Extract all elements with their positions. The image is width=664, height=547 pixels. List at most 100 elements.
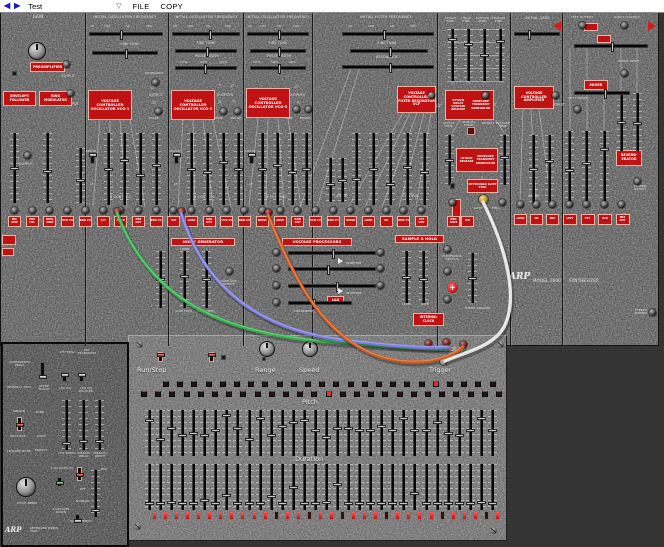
sequencer-trigger-jack[interactable] [440, 358, 447, 365]
patch-jack[interactable] [152, 79, 159, 86]
duration-step-slider[interactable] [278, 464, 287, 510]
patch-jack[interactable] [135, 207, 142, 214]
slider-handle[interactable] [104, 168, 113, 171]
patch-jack[interactable] [273, 265, 280, 272]
patch-jack[interactable] [305, 106, 312, 113]
step-button[interactable] [155, 391, 161, 397]
slider-horizontal[interactable] [247, 32, 309, 36]
step-button[interactable] [482, 391, 488, 397]
patch-jack[interactable] [444, 268, 451, 275]
slider-handle[interactable] [529, 168, 538, 171]
patch-jack[interactable] [574, 106, 581, 113]
step-button[interactable] [177, 381, 183, 387]
slider-handle[interactable] [62, 442, 71, 445]
cable-plug-jack[interactable] [265, 209, 272, 216]
toggle-knob[interactable] [157, 353, 165, 357]
duration-step-slider[interactable] [289, 464, 298, 510]
toggle-knob[interactable] [89, 153, 97, 157]
slider-vertical[interactable] [338, 158, 347, 202]
pitch-step-slider[interactable] [211, 410, 220, 456]
slider-vertical[interactable] [43, 133, 52, 203]
step-button[interactable] [496, 391, 502, 397]
slider-handle[interactable] [410, 429, 419, 432]
slider-horizontal[interactable] [175, 66, 237, 70]
pitch-bend-knob[interactable] [16, 477, 36, 497]
patch-jack[interactable] [273, 299, 280, 306]
slider-handle[interactable] [289, 421, 298, 424]
slider-handle[interactable] [233, 427, 242, 430]
slider-vertical[interactable] [273, 133, 282, 205]
slider-vertical[interactable] [302, 133, 311, 205]
step-button[interactable] [269, 391, 275, 397]
slider-handle[interactable] [202, 278, 211, 281]
patch-jack[interactable] [601, 201, 608, 208]
pitch-step-slider[interactable] [444, 410, 453, 456]
slider-handle[interactable] [604, 89, 607, 99]
slider-vertical[interactable] [95, 400, 104, 450]
patch-jack[interactable] [220, 108, 227, 115]
step-button[interactable] [191, 381, 197, 387]
slider-horizontal[interactable] [250, 66, 306, 70]
toggle-knob[interactable] [78, 373, 86, 377]
patch-jack[interactable] [24, 152, 31, 159]
duration-step-slider[interactable] [399, 464, 408, 510]
slider-handle[interactable] [125, 49, 128, 59]
slider-vertical[interactable] [326, 158, 335, 202]
slider-handle[interactable] [256, 502, 265, 505]
patch-jack[interactable] [206, 207, 213, 214]
pitch-step-slider[interactable] [200, 410, 209, 456]
patch-jack[interactable] [499, 199, 506, 206]
patch-jack[interactable] [621, 22, 628, 29]
toggle-switch[interactable] [79, 372, 84, 382]
slider-handle[interactable] [222, 494, 231, 497]
slider-handle[interactable] [234, 168, 243, 171]
slider-horizontal[interactable] [288, 284, 376, 288]
step-button[interactable] [348, 381, 354, 387]
toggle-knob[interactable] [208, 353, 216, 357]
slider-handle[interactable] [152, 164, 161, 167]
slider-vertical[interactable] [258, 133, 267, 205]
slider-handle[interactable] [466, 429, 475, 432]
slider-handle[interactable] [300, 419, 309, 422]
slider-handle[interactable] [399, 502, 408, 505]
patch-jack[interactable] [621, 70, 628, 77]
slider-handle[interactable] [399, 417, 408, 420]
slider-handle[interactable] [189, 502, 198, 505]
slider-handle[interactable] [222, 414, 231, 417]
slider-handle[interactable] [322, 501, 331, 504]
slider-handle[interactable] [355, 502, 364, 505]
duration-step-slider[interactable] [178, 464, 187, 510]
slider-handle[interactable] [326, 183, 335, 186]
patch-jack[interactable] [293, 106, 300, 113]
toggle-knob[interactable] [16, 423, 24, 427]
patch-jack[interactable] [449, 199, 456, 206]
slider-vertical[interactable] [288, 133, 297, 205]
manual-start-button[interactable] [467, 127, 475, 135]
toggle-switch[interactable] [249, 152, 254, 164]
slider-handle[interactable] [444, 432, 453, 435]
slider-handle[interactable] [545, 160, 554, 163]
slider-horizontal[interactable] [92, 51, 158, 55]
slider-handle[interactable] [278, 30, 281, 40]
slider-vertical[interactable] [156, 251, 165, 308]
duration-step-slider[interactable] [256, 464, 265, 510]
duration-step-slider[interactable] [366, 464, 375, 510]
step-button[interactable] [468, 391, 474, 397]
range-knob[interactable] [259, 341, 275, 357]
step-button[interactable] [411, 391, 417, 397]
toggle-switch[interactable] [40, 362, 45, 378]
slider-handle[interactable] [464, 43, 473, 46]
slider-handle[interactable] [289, 486, 298, 489]
slider-handle[interactable] [145, 502, 154, 505]
slider-horizontal[interactable] [288, 251, 376, 255]
slider-handle[interactable] [219, 161, 228, 164]
slider-handle[interactable] [488, 429, 497, 432]
patch-jack[interactable] [365, 207, 372, 214]
patch-jack[interactable] [377, 282, 384, 289]
step-button[interactable] [212, 391, 218, 397]
slider-horizontal[interactable] [342, 65, 434, 69]
duration-step-slider[interactable] [488, 464, 497, 510]
slider-handle[interactable] [420, 171, 429, 174]
slider-vertical[interactable] [529, 135, 538, 203]
slider-handle[interactable] [322, 436, 331, 439]
